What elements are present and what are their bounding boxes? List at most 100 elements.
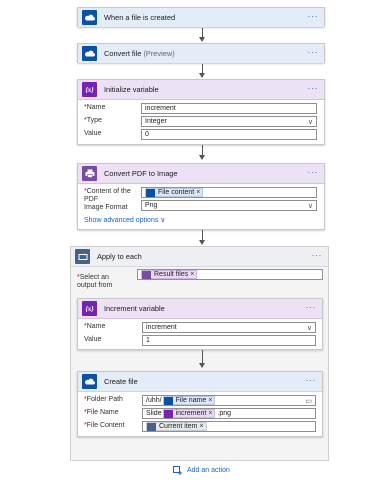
value-label: Value — [84, 336, 102, 343]
close-icon[interactable]: × — [196, 188, 200, 197]
onedrive-icon — [163, 396, 173, 405]
onedrive-icon — [82, 46, 97, 61]
chevron-down-icon: ∨ — [306, 325, 312, 332]
apply-to-each-title: Apply to each — [97, 252, 142, 261]
type-label: *Type — [84, 117, 102, 125]
connector-line — [202, 145, 203, 155]
content-label-text: Content of the PDF — [84, 188, 131, 203]
increment-name-select[interactable]: increment ∨ — [142, 322, 316, 333]
file-name-token[interactable]: File name × — [162, 396, 216, 405]
variable-icon — [163, 409, 173, 418]
connector-line — [202, 230, 203, 240]
select-output-label: *Select an output from — [77, 274, 127, 290]
type-label-text: Type — [86, 117, 102, 124]
arrow-down-icon — [199, 73, 205, 78]
file-name-suffix: .png — [217, 410, 232, 417]
arrow-down-icon — [199, 363, 205, 368]
more-options-icon[interactable]: ··· — [308, 167, 319, 177]
arrow-down-icon — [199, 37, 205, 42]
add-action-icon — [173, 466, 182, 475]
increment-variable-title: Increment variable — [104, 304, 165, 313]
folder-path-input[interactable]: /uhh/ File name × ▭ — [142, 395, 316, 406]
file-content-label-text: File Content — [86, 422, 125, 429]
convert-pdf-title: Convert PDF to Image — [104, 169, 178, 178]
create-file-card[interactable]: Create file ··· *Folder Path /uhh/ File … — [77, 371, 323, 437]
loop-icon — [75, 249, 90, 264]
type-value: Integer — [145, 118, 167, 125]
content-label: *Content of the PDF — [84, 188, 136, 204]
convert-file-card[interactable]: Convert file (Preview) ··· — [77, 43, 325, 64]
onedrive-icon — [82, 374, 97, 389]
current-item-token-label: Current item — [159, 423, 198, 430]
variable-value-input[interactable]: 0 — [141, 129, 317, 140]
file-content-input[interactable]: Current item × — [142, 421, 316, 432]
more-options-icon[interactable]: ··· — [306, 375, 317, 385]
connector-line — [202, 350, 203, 363]
loop-icon — [147, 422, 156, 431]
more-options-icon[interactable]: ··· — [308, 47, 319, 57]
apply-to-each-container[interactable]: Apply to each ··· *Select an output from… — [70, 246, 329, 461]
file-name-input[interactable]: Slide increment × .png — [142, 408, 316, 419]
folder-picker-icon[interactable]: ▭ — [305, 397, 312, 405]
folder-path-label-text: Folder Path — [86, 396, 123, 403]
file-content-token[interactable]: File content × — [145, 188, 204, 197]
convert-file-title: Convert file (Preview) — [104, 49, 175, 58]
trigger-title: When a file is created — [104, 13, 176, 22]
variable-name-input[interactable]: increment — [141, 103, 317, 114]
variable-icon: {x} — [82, 301, 97, 316]
more-options-icon[interactable]: ··· — [312, 250, 323, 260]
image-format-value: Png — [145, 202, 158, 209]
chevron-down-icon: ∨ — [307, 203, 313, 210]
file-name-label: *File Name — [84, 409, 119, 417]
onedrive-icon — [146, 188, 155, 197]
increment-token-label: increment — [175, 410, 207, 417]
more-options-icon[interactable]: ··· — [308, 11, 319, 21]
add-action-label: Add an action — [187, 467, 230, 474]
increment-value-input[interactable]: 1 — [142, 335, 316, 346]
result-files-token[interactable]: Result files × — [141, 270, 198, 279]
close-icon[interactable]: × — [200, 422, 204, 431]
image-format-select[interactable]: Png ∨ — [141, 200, 317, 211]
result-files-token-label: Result files — [154, 271, 189, 278]
chevron-down-icon: ∨ — [160, 217, 166, 224]
arrow-down-icon — [199, 155, 205, 160]
convert-pdf-card[interactable]: Convert PDF to Image ··· *Content of the… — [77, 163, 325, 230]
connector-line — [202, 63, 203, 73]
close-icon[interactable]: × — [190, 270, 194, 279]
printer-icon — [142, 270, 151, 279]
more-options-icon[interactable]: ··· — [308, 83, 319, 93]
value-label: Value — [84, 130, 102, 137]
variable-icon: {x} — [82, 82, 97, 97]
variable-type-select[interactable]: Integer ∨ — [141, 116, 317, 127]
show-advanced-options-link[interactable]: Show advanced options ∨ — [84, 216, 165, 224]
initialize-variable-card[interactable]: {x} Initialize variable ··· *Name increm… — [77, 79, 325, 145]
folder-path-label: *Folder Path — [84, 396, 123, 404]
increment-variable-card[interactable]: {x} Increment variable ··· *Name increme… — [77, 298, 323, 350]
printer-icon — [82, 166, 97, 181]
close-icon[interactable]: × — [208, 409, 212, 418]
file-name-label-text: File Name — [86, 409, 119, 416]
current-item-token[interactable]: Current item × — [146, 422, 207, 431]
create-file-title: Create file — [104, 377, 138, 386]
increment-name-value: increment — [146, 324, 177, 331]
file-name-token-label: File name — [175, 397, 207, 404]
show-advanced-options-text: Show advanced options — [84, 217, 159, 224]
folder-path-prefix: /uhh/ — [146, 397, 162, 404]
pdf-content-input[interactable]: File content × — [141, 187, 317, 198]
name-label: *Name — [84, 104, 105, 112]
onedrive-icon — [82, 10, 97, 25]
name-label-text: Name — [86, 104, 106, 111]
trigger-card[interactable]: When a file is created ··· — [77, 7, 325, 28]
file-content-token-label: File content — [158, 189, 195, 196]
select-output-input[interactable]: Result files × — [137, 269, 323, 280]
initialize-variable-title: Initialize variable — [104, 85, 159, 94]
preview-label: (Preview) — [143, 49, 175, 58]
file-name-prefix: Slide — [146, 410, 162, 417]
more-options-icon[interactable]: ··· — [306, 302, 317, 312]
file-content-label: *File Content — [84, 422, 124, 430]
close-icon[interactable]: × — [208, 396, 212, 405]
name-label: *Name — [84, 323, 105, 331]
increment-token[interactable]: increment × — [162, 409, 216, 418]
arrow-down-icon — [199, 240, 205, 245]
add-action-link[interactable]: Add an action — [173, 466, 230, 475]
